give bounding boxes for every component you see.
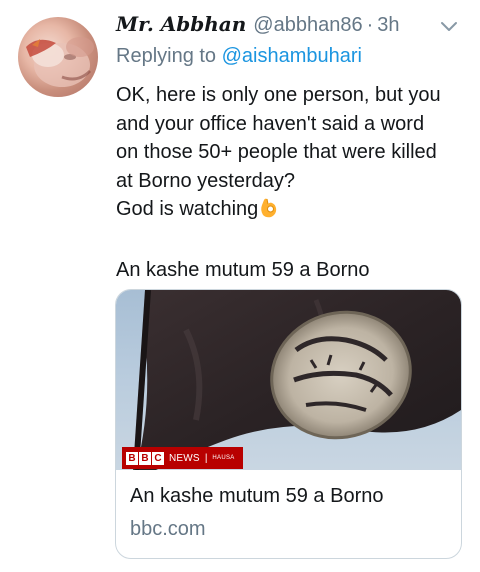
- badge-separator: |: [204, 452, 208, 464]
- separator-dot: ·: [366, 14, 374, 36]
- tweet-text-line: God is watching: [116, 195, 466, 228]
- tweet-header: Mr. Abbhan @abbhan86 · 3h: [116, 12, 400, 42]
- tweet-text-line: at Borno yesterday?: [116, 169, 295, 192]
- display-name[interactable]: Mr. Abbhan: [116, 12, 246, 36]
- tweet-text-line: OK, here is only one person, but you: [116, 84, 441, 106]
- chevron-down-icon[interactable]: [437, 17, 461, 37]
- ok-hand-emoji-icon: [259, 195, 279, 228]
- badge-section-label: HAUSA: [212, 455, 235, 461]
- tweet[interactable]: Mr. Abbhan @abbhan86 · 3h Replying to @a…: [0, 0, 480, 572]
- replying-to-mention[interactable]: @aishambuhari: [222, 45, 362, 67]
- tweet-text-line: on those 50+ people that were killed: [116, 141, 437, 163]
- avatar[interactable]: [18, 17, 98, 97]
- bbc-logo: B B C: [126, 451, 164, 465]
- tweet-text-line: and your office haven't said a word: [116, 112, 425, 135]
- tweet-link-text: An kashe mutum 59 a Borno: [116, 259, 370, 281]
- user-handle[interactable]: @abbhan86: [253, 14, 362, 37]
- link-card[interactable]: B B C NEWS | HAUSA An kashe mutum 59 a B…: [115, 289, 462, 559]
- badge-news-label: NEWS: [169, 452, 200, 464]
- replying-prefix: Replying to: [116, 45, 217, 67]
- card-image[interactable]: B B C NEWS | HAUSA: [116, 290, 461, 470]
- card-title[interactable]: An kashe mutum 59 a Borno: [130, 485, 383, 508]
- replying-to: Replying to @aishambuhari: [116, 45, 362, 68]
- card-domain[interactable]: bbc.com: [130, 518, 206, 541]
- timestamp[interactable]: 3h: [377, 14, 399, 37]
- bbc-news-hausa-badge: B B C NEWS | HAUSA: [122, 447, 243, 469]
- tweet-text: OK, here is only one person, but you and…: [116, 81, 466, 285]
